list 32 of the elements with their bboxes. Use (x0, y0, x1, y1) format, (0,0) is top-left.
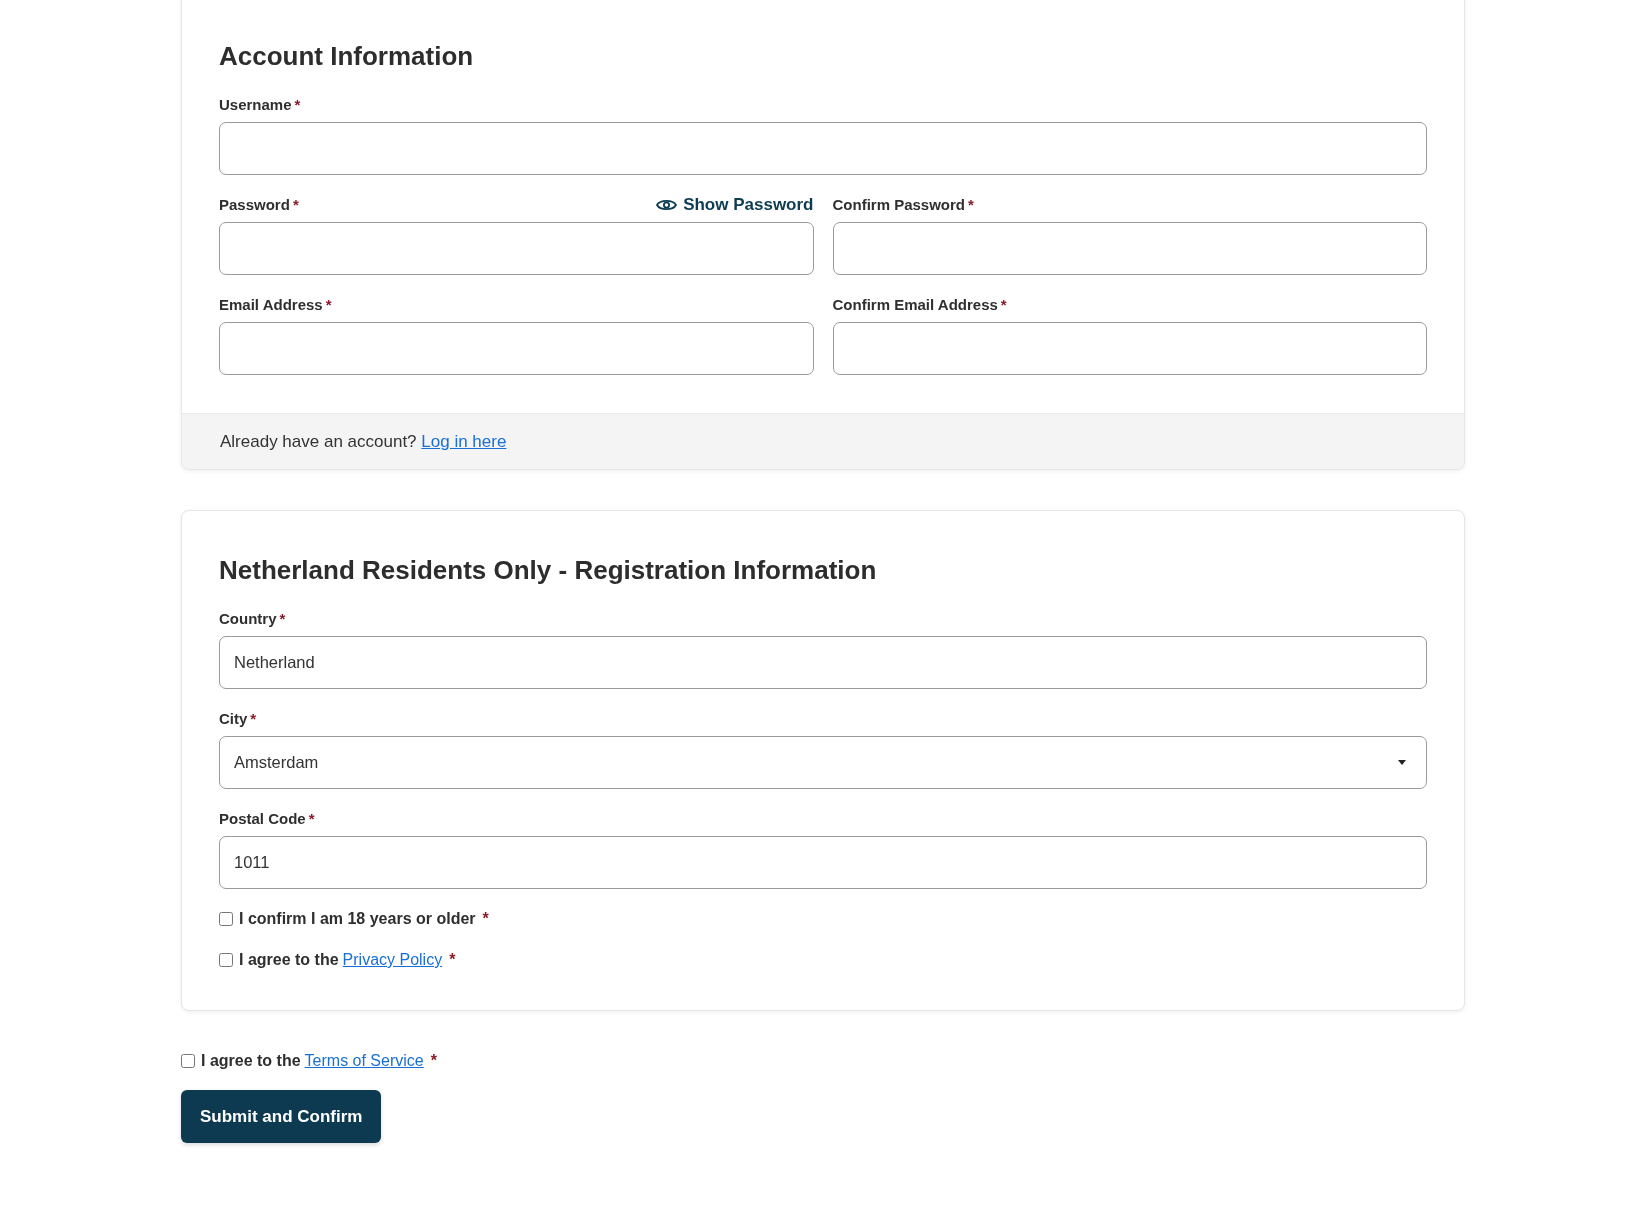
field-label: Password * (219, 195, 299, 215)
login-prompt: Already have an account? Log in here (220, 431, 507, 452)
checkbox-label: I agree to the Privacy Policy * (239, 951, 456, 969)
text-input[interactable]: Netherland (219, 636, 1427, 689)
submit-button[interactable]: Submit and Confirm (181, 1090, 382, 1143)
text-input[interactable] (832, 222, 1427, 275)
caret-icon (1398, 760, 1406, 765)
field-label: City * (219, 709, 257, 729)
section-title: Account Information (219, 40, 474, 73)
field-label: Country * (219, 609, 286, 629)
checkbox[interactable] (219, 912, 233, 926)
checkbox[interactable] (181, 1054, 195, 1068)
section-title: Netherland Residents Only - Registration Information (219, 554, 877, 587)
field-label: Username * (219, 95, 301, 115)
login-link[interactable]: Log in here (421, 431, 507, 451)
checkbox-label: I confirm I am 18 years or older * (239, 910, 489, 928)
text-input[interactable] (832, 322, 1427, 375)
show-password-button[interactable]: Show Password (656, 195, 814, 215)
checkbox[interactable] (219, 953, 233, 967)
field-label: Confirm Password * (832, 195, 974, 215)
field-label: Email Address * (219, 295, 332, 315)
field-label: Confirm Email Address * (832, 295, 1007, 315)
city-dropdown[interactable]: Amsterdam (219, 736, 1427, 789)
text-input[interactable] (219, 122, 1427, 175)
eye-icon (656, 198, 678, 212)
checkbox-label: I agree to the Terms of Service * (201, 1052, 437, 1070)
field-label: Postal Code * (219, 809, 315, 829)
text-input[interactable]: 1011 (219, 836, 1427, 889)
text-input[interactable] (219, 322, 814, 375)
link[interactable]: Terms of Service (304, 1052, 424, 1069)
text-input[interactable] (219, 222, 814, 275)
link[interactable]: Privacy Policy (342, 951, 443, 968)
